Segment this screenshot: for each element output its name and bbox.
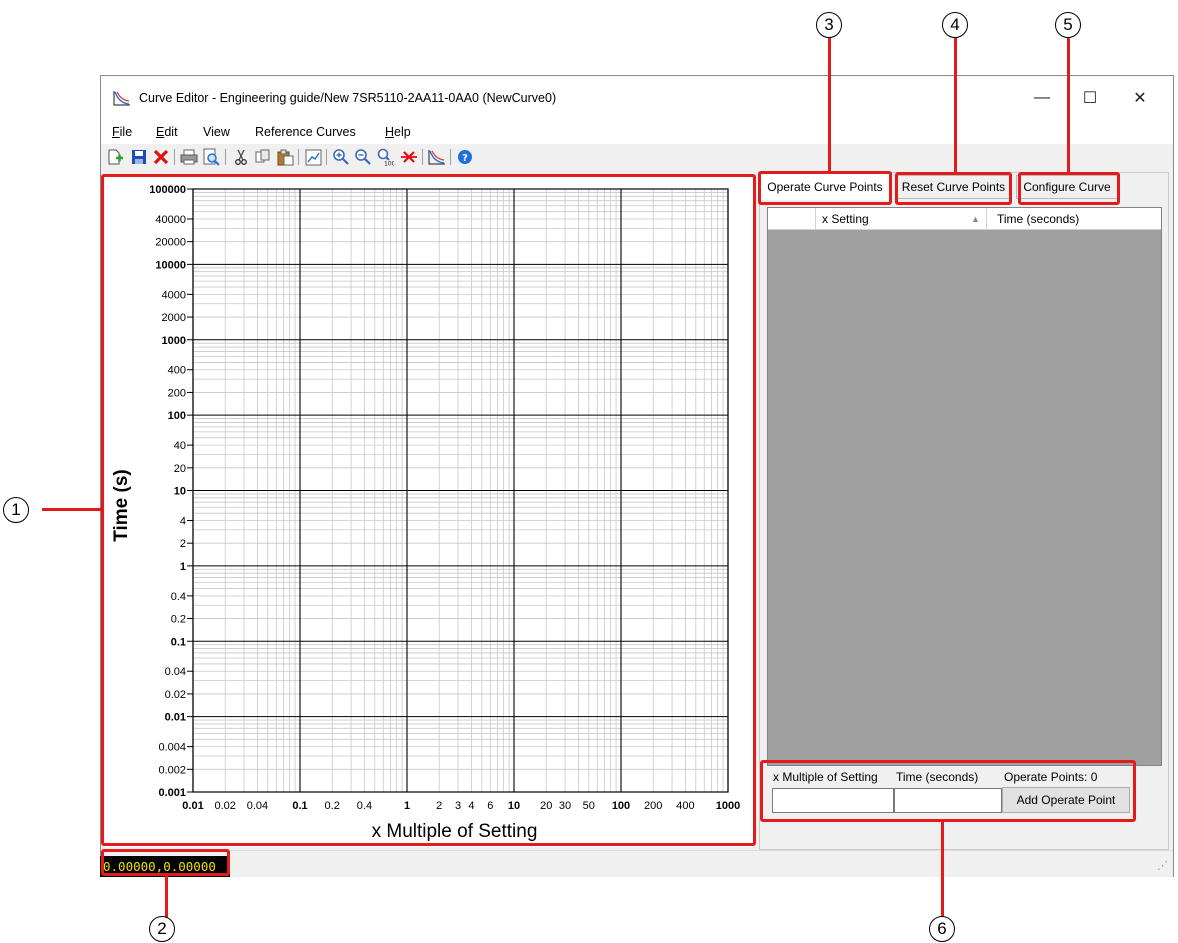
save-icon[interactable]: [130, 148, 148, 166]
title-bar[interactable]: Curve Editor - Engineering guide/New 7SR…: [101, 76, 1173, 120]
annotation-box-chart: [101, 174, 756, 846]
print-icon[interactable]: [180, 148, 198, 166]
delete-icon[interactable]: [152, 148, 170, 166]
curve-icon[interactable]: [428, 148, 446, 166]
callout-leader: [42, 508, 101, 511]
curve-points-panel: Operate Curve Points Reset Curve Points …: [759, 172, 1169, 850]
column-divider: [815, 208, 816, 229]
zoom-out-icon[interactable]: [354, 148, 372, 166]
remove-points-icon[interactable]: [400, 148, 418, 166]
table-header: x Setting ▲ Time (seconds): [768, 208, 1161, 230]
column-header-time[interactable]: Time (seconds): [997, 212, 1079, 226]
minimize-icon: —: [1034, 89, 1050, 106]
window-title: Curve Editor - Engineering guide/New 7SR…: [139, 91, 557, 105]
zoom-in-icon[interactable]: [332, 148, 350, 166]
help-icon[interactable]: ?: [456, 148, 474, 166]
menu-view[interactable]: View: [203, 125, 230, 139]
copy-icon[interactable]: [254, 148, 272, 166]
operate-points-table[interactable]: x Setting ▲ Time (seconds): [767, 207, 1162, 766]
annotation-box-add-point: [760, 760, 1136, 822]
menu-reference-curves[interactable]: Reference Curves: [255, 125, 356, 139]
menu-help[interactable]: Help: [385, 125, 411, 139]
sort-ascending-icon: ▲: [971, 214, 980, 224]
callout-leader: [165, 876, 168, 918]
menu-bar: File Edit View Reference Curves Help: [101, 120, 1173, 144]
svg-text:?: ?: [462, 153, 468, 164]
maximize-icon: ☐: [1082, 90, 1098, 107]
resize-grip-icon[interactable]: ⋰: [1157, 859, 1168, 872]
curve-editor-app-icon: [113, 91, 130, 106]
annotation-box-configure-tab: [1018, 172, 1120, 205]
close-icon: ✕: [1133, 90, 1147, 107]
new-curve-icon[interactable]: [106, 148, 124, 166]
cut-icon[interactable]: [232, 148, 250, 166]
toolbar-separator: [326, 149, 327, 165]
callout-leader: [1067, 38, 1070, 172]
menu-edit[interactable]: Edit: [156, 125, 178, 139]
column-divider: [986, 208, 987, 229]
toolbar-separator: [174, 149, 175, 165]
svg-text:100: 100: [384, 161, 394, 167]
column-header-x-setting[interactable]: x Setting: [822, 212, 869, 226]
minimize-button[interactable]: —: [1019, 76, 1065, 120]
status-bar: 0.00000,0.00000 ⋰: [100, 850, 1173, 877]
print-preview-icon[interactable]: [202, 148, 220, 166]
toolbar-separator: [422, 149, 423, 165]
callout-4: 4: [942, 12, 968, 38]
maximize-button[interactable]: ☐: [1067, 76, 1113, 120]
toolbar-separator: [225, 149, 226, 165]
toolbar-separator: [450, 149, 451, 165]
callout-leader: [828, 38, 831, 171]
zoom-100-icon[interactable]: 100: [376, 148, 394, 166]
toolbar: 100 ?: [101, 144, 1173, 170]
callout-6: 6: [929, 916, 955, 942]
close-window-button[interactable]: ✕: [1117, 76, 1163, 120]
toolbar-separator: [298, 149, 299, 165]
callout-5: 5: [1055, 12, 1081, 38]
callout-3: 3: [816, 12, 842, 38]
callout-leader: [941, 822, 944, 918]
callout-1: 1: [3, 497, 29, 523]
annotation-box-operate-tab: [758, 171, 892, 205]
paste-icon[interactable]: [276, 148, 294, 166]
menu-file[interactable]: File: [112, 125, 132, 139]
chart-settings-icon[interactable]: [304, 148, 322, 166]
annotation-box-reset-tab: [895, 172, 1012, 205]
annotation-box-coords: [101, 849, 230, 876]
callout-leader: [954, 38, 957, 172]
callout-2: 2: [149, 916, 175, 942]
